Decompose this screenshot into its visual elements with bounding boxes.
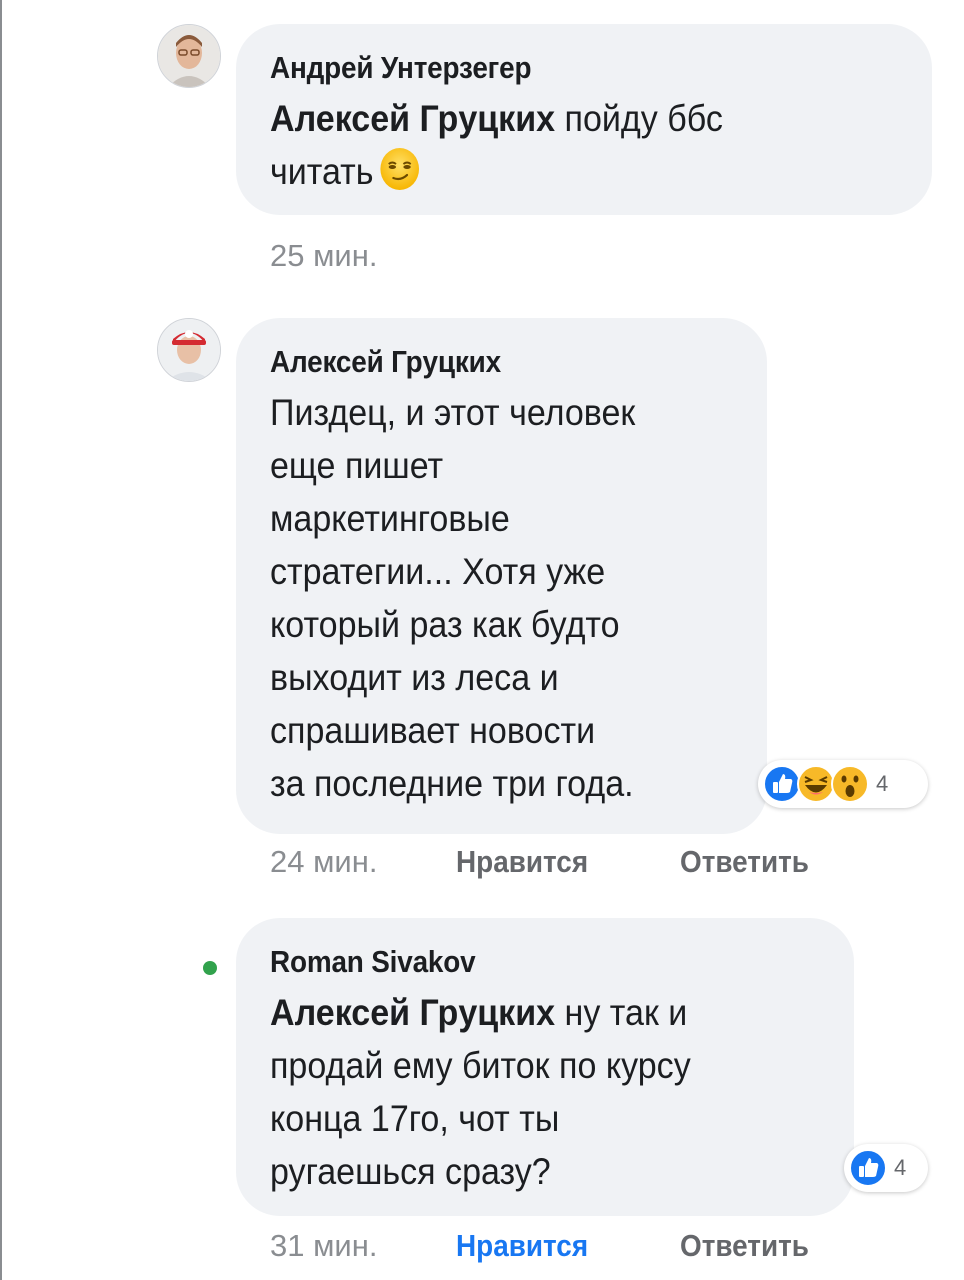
like-icon (849, 1149, 887, 1187)
wow-icon (831, 765, 869, 803)
comment-author[interactable]: Андрей Унтерзегер (270, 48, 835, 88)
comment-time[interactable]: 24 мин. (270, 844, 377, 879)
comment-bubble: Roman Sivakov Алексей Грyцких ну так и п… (236, 918, 854, 1216)
comment-bubble: Андрей Унтерзегер Алексей Грyцких пойду … (236, 24, 932, 215)
online-status-dot (203, 961, 217, 975)
comment-meta: 24 мин. Нравится Ответить (270, 842, 890, 882)
comment-time[interactable]: 31 мин. (270, 1228, 377, 1263)
comment-meta: 25 мин. (270, 236, 377, 276)
comment-text: Пиздец, и этот человек еще пишет маркети… (270, 392, 636, 804)
smirk-emoji-icon (379, 146, 421, 206)
reactions-summary[interactable]: 4 (844, 1144, 928, 1192)
reply-button[interactable]: Ответить (680, 1226, 809, 1266)
like-button[interactable]: Нравится (456, 1226, 588, 1266)
comment-bubble: Алексей Грyцких Пиздец, и этот человек е… (236, 318, 767, 834)
comment-author[interactable]: Roman Sivakov (270, 942, 765, 982)
reaction-count: 4 (876, 771, 889, 796)
comment-author[interactable]: Алексей Грyцких (270, 342, 687, 382)
comment-text: Алексей Грyцких ну так и продай ему бито… (270, 992, 691, 1192)
comment-text: Алексей Грyцких пойду ббс читать (270, 92, 848, 206)
reaction-count: 4 (894, 1155, 907, 1180)
comment-time[interactable]: 25 мин. (270, 238, 377, 273)
mention-link[interactable]: Алексей Грyцких (270, 98, 555, 139)
left-edge-line (0, 0, 2, 1280)
like-button[interactable]: Нравится (456, 842, 588, 882)
reply-button[interactable]: Ответить (680, 842, 809, 882)
avatar[interactable] (157, 24, 221, 88)
reactions-summary[interactable]: 4 (758, 760, 928, 808)
mention-link[interactable]: Алексей Грyцких (270, 992, 555, 1033)
avatar[interactable] (157, 318, 221, 382)
comment-meta: 31 мин. Нравится Ответить (270, 1226, 890, 1266)
